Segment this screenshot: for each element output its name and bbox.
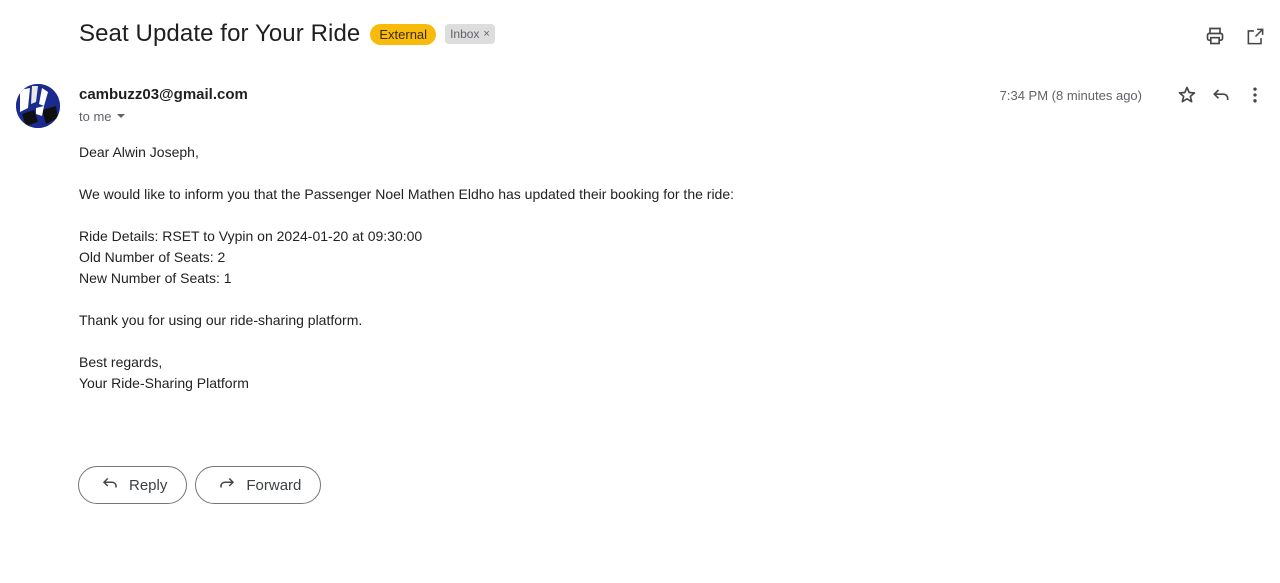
- recipient-label: to me: [79, 109, 112, 124]
- external-label-badge: External: [370, 23, 437, 45]
- new-seats-line: New Number of Seats: 1: [79, 270, 232, 286]
- thread-actions: [1204, 25, 1266, 47]
- more-vertical-icon[interactable]: [1244, 84, 1266, 106]
- forward-icon: [218, 474, 246, 496]
- message-timestamp: 7:34 PM (8 minutes ago): [999, 87, 1142, 103]
- open-in-new-window-icon[interactable]: [1244, 25, 1266, 47]
- caret-down-icon: [112, 109, 126, 124]
- sender-email[interactable]: cambuzz03@gmail.com: [79, 86, 248, 103]
- old-seats-line: Old Number of Seats: 2: [79, 249, 226, 265]
- response-buttons: Reply Forward: [78, 466, 322, 504]
- inbox-label-badge: Inbox ×: [445, 24, 495, 44]
- message-meta: 7:34 PM (8 minutes ago): [1000, 84, 1266, 106]
- closing-line: Best regards,: [79, 354, 163, 370]
- remove-label-button[interactable]: ×: [483, 26, 489, 42]
- email-subject: Seat Update for Your Ride: [79, 20, 361, 47]
- reply-button-label: Reply: [129, 476, 168, 494]
- reply-icon[interactable]: [1210, 84, 1232, 106]
- intro-paragraph: We would like to inform you that the Pas…: [79, 186, 735, 202]
- signature-line: Your Ride-Sharing Platform: [79, 375, 249, 391]
- print-icon[interactable]: [1204, 25, 1226, 47]
- inbox-label-text: Inbox: [450, 27, 480, 41]
- greeting-line: Dear Alwin Joseph,: [79, 144, 199, 160]
- recipient-details-toggle[interactable]: to me: [79, 109, 126, 124]
- avatar[interactable]: [16, 84, 60, 128]
- star-icon[interactable]: [1176, 84, 1198, 106]
- forward-button[interactable]: Forward: [195, 466, 322, 504]
- thanks-paragraph: Thank you for using our ride-sharing pla…: [79, 312, 363, 328]
- email-body: Dear Alwin Joseph, We would like to info…: [79, 142, 734, 394]
- forward-button-label: Forward: [246, 476, 302, 494]
- subject-row: Seat Update for Your Ride External Inbox…: [79, 20, 495, 48]
- reply-icon: [101, 474, 129, 496]
- ride-details-line: Ride Details: RSET to Vypin on 2024-01-2…: [79, 228, 423, 244]
- reply-button[interactable]: Reply: [78, 466, 188, 504]
